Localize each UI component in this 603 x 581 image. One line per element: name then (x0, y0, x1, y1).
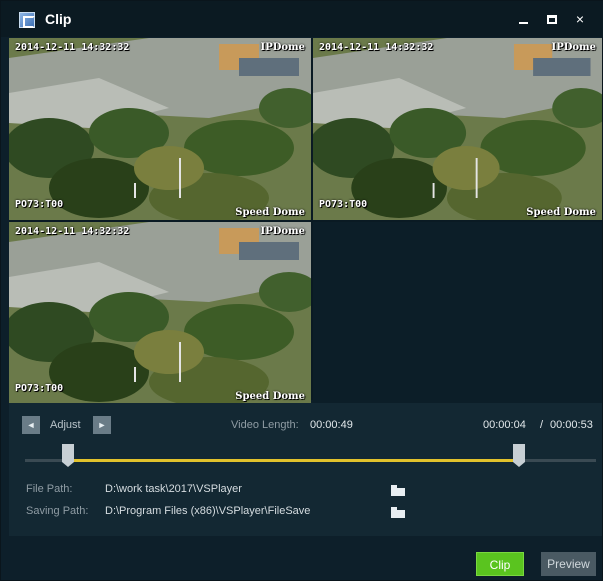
footer-bar: Clip Preview (9, 538, 602, 580)
clip-end-handle[interactable] (512, 444, 525, 467)
clip-controls: ◄ Adjust ► Video Length: 00:00:49 00:00:… (9, 403, 602, 536)
osd-brand: IPDome (551, 42, 596, 53)
maximize-button[interactable] (541, 9, 563, 29)
adjust-left-button[interactable]: ◄ (22, 416, 40, 434)
app-icon (19, 12, 35, 28)
osd-timestamp: 2014-12-11 14:32:32 (15, 42, 130, 53)
browse-file-path-folder-icon[interactable] (391, 485, 405, 496)
adjust-label: Adjust (50, 419, 81, 431)
clip-selection-range (67, 459, 519, 462)
title-bar[interactable]: Clip × (1, 1, 603, 37)
camera-frame-image (9, 222, 311, 404)
clip-start-handle[interactable] (61, 444, 74, 467)
video-grid: 2014-12-11 14:32:32 IPDome PO73:T00 Spee… (9, 38, 602, 404)
close-button[interactable]: × (569, 9, 591, 29)
camera-frame-image (313, 38, 602, 220)
saving-path-label: Saving Path: (26, 505, 89, 517)
osd-brand: IPDome (260, 42, 305, 53)
time-separator: / (540, 419, 544, 431)
osd-speed-dome: Speed Dome (235, 391, 305, 402)
video-cell[interactable]: 2014-12-11 14:32:32 IPDome PO73:T00 Spee… (9, 38, 311, 220)
video-cell[interactable]: 2014-12-11 14:32:32 IPDome PO73:T00 Spee… (313, 38, 602, 220)
video-length-label: Video Length: (231, 419, 299, 431)
preview-button[interactable]: Preview (541, 552, 596, 576)
clip-window: Clip × 2014-12-11 14:32:32 IPDome PO73:T… (0, 0, 603, 581)
saving-path-value: D:\Program Files (x86)\VSPlayer\FileSave (105, 505, 311, 517)
file-path-label: File Path: (26, 483, 73, 495)
window-title: Clip (45, 11, 72, 27)
video-cell[interactable]: 2014-12-11 14:32:32 IPDome PO73:T00 Spee… (9, 222, 311, 404)
minimize-button[interactable] (513, 9, 535, 29)
video-length-value: 00:00:49 (310, 419, 353, 431)
current-time: 00:00:04 (483, 419, 526, 431)
maximize-icon (547, 15, 557, 24)
osd-camera-id: PO73:T00 (15, 383, 64, 394)
osd-camera-id: PO73:T00 (15, 199, 64, 210)
minimize-icon (519, 22, 528, 24)
total-time: 00:00:53 (550, 419, 593, 431)
adjust-right-button[interactable]: ► (93, 416, 111, 434)
empty-video-cell[interactable] (313, 222, 602, 404)
clip-button[interactable]: Clip (476, 552, 524, 576)
browse-saving-path-folder-icon[interactable] (391, 507, 405, 518)
osd-timestamp: 2014-12-11 14:32:32 (15, 226, 130, 237)
file-path-value: D:\work task\2017\VSPlayer (105, 483, 242, 495)
osd-speed-dome: Speed Dome (235, 207, 305, 218)
osd-speed-dome: Speed Dome (526, 207, 596, 218)
osd-brand: IPDome (260, 226, 305, 237)
osd-camera-id: PO73:T00 (319, 199, 368, 210)
camera-frame-image (9, 38, 311, 220)
osd-timestamp: 2014-12-11 14:32:32 (319, 42, 434, 53)
